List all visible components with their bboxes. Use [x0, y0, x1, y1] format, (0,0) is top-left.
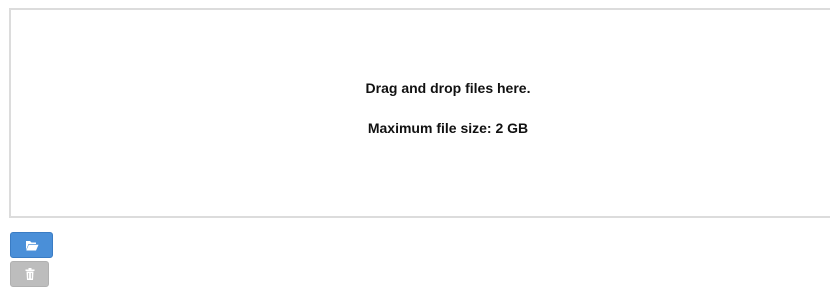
drop-instructions: Drag and drop files here. [365, 80, 531, 96]
max-file-size-note: Maximum file size: 2 GB [367, 120, 529, 136]
clear-files-button[interactable] [10, 261, 49, 287]
trash-icon [25, 268, 35, 280]
folder-open-icon [25, 240, 39, 251]
file-drop-zone[interactable]: Drag and drop files here. Maximum file s… [9, 8, 830, 218]
browse-files-button[interactable] [10, 232, 53, 258]
